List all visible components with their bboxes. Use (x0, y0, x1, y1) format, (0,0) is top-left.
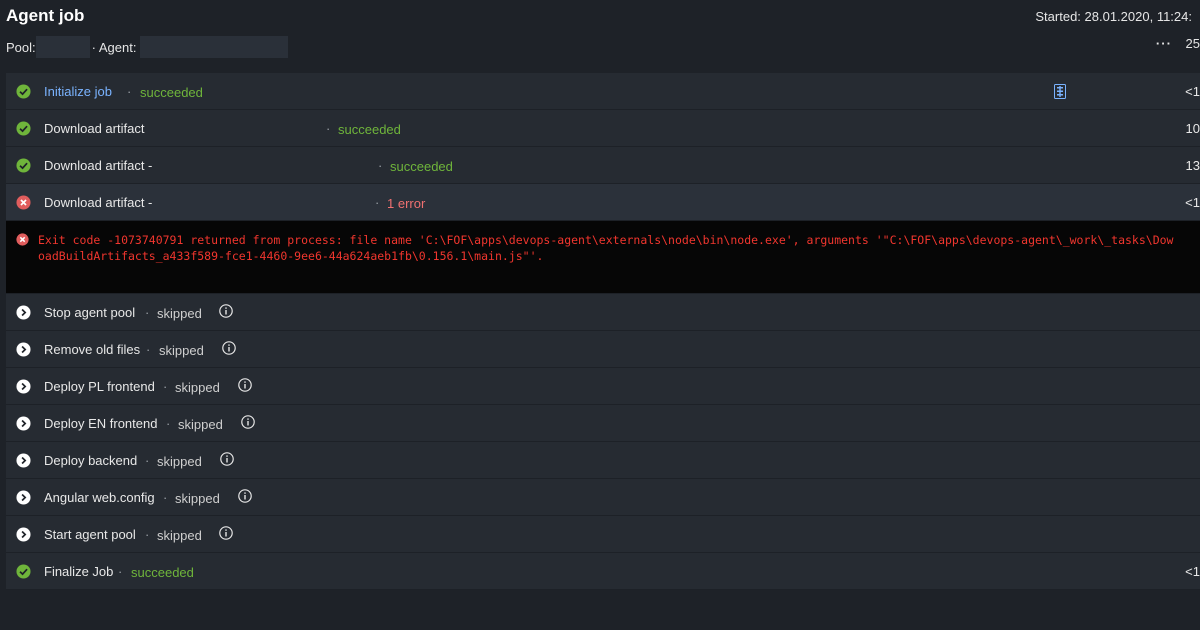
separator: · (378, 158, 383, 173)
info-icon[interactable] (241, 415, 255, 429)
step-name[interactable]: Angular web.config (44, 490, 155, 505)
error-line: oadBuildArtifacts_a433f589-fce1-4460-9ee… (38, 249, 544, 263)
step-name[interactable]: Download artifact - (44, 195, 152, 210)
check-circle-icon (16, 84, 31, 99)
skip-circle-icon (16, 453, 31, 468)
separator: · (163, 490, 168, 505)
error-circle-icon (16, 233, 29, 246)
skip-circle-icon (16, 342, 31, 357)
step-status: 1 error (387, 196, 426, 211)
skip-circle-icon (16, 416, 31, 431)
skip-circle-icon (16, 379, 31, 394)
step-status: skipped (175, 491, 220, 506)
info-icon[interactable] (238, 489, 252, 503)
separator: · (127, 84, 132, 99)
step-status: succeeded (338, 122, 401, 137)
step-status: skipped (178, 417, 223, 432)
skip-circle-icon (16, 490, 31, 505)
step-row-deploy-pl-frontend[interactable]: Deploy PL frontend · skipped (6, 368, 1200, 405)
step-duration: <1 (1185, 564, 1200, 579)
separator: · (166, 416, 171, 431)
more-icon[interactable]: ··· (1156, 36, 1172, 51)
separator: · (118, 564, 123, 579)
info-icon[interactable] (220, 452, 234, 466)
step-row-download-artifact[interactable]: Download artifact · succeeded 10 (6, 110, 1200, 147)
check-circle-icon (16, 158, 31, 173)
step-name[interactable]: Download artifact - (44, 158, 152, 173)
job-header: Agent job Started: 28.01.2020, 11:24: Po… (0, 0, 1200, 70)
separator: · (146, 342, 151, 357)
separator: · (375, 195, 380, 210)
step-row-deploy-en-frontend[interactable]: Deploy EN frontend · skipped (6, 405, 1200, 442)
info-icon[interactable] (219, 526, 233, 540)
more-text: 25 (1185, 36, 1200, 51)
step-name[interactable]: Deploy backend (44, 453, 137, 468)
more-actions[interactable]: ··· 25 (1156, 36, 1200, 51)
step-row-download-artifact-error[interactable]: Download artifact - · 1 error <1 (6, 184, 1200, 221)
separator: · (326, 121, 331, 136)
step-name[interactable]: Download artifact (44, 121, 144, 136)
step-row-initialize-job[interactable]: Initialize job · succeeded <1 (6, 73, 1200, 110)
agent-value-redacted (140, 36, 289, 58)
error-circle-icon (16, 195, 31, 210)
skip-circle-icon (16, 527, 31, 542)
separator: · (145, 305, 150, 320)
step-duration: 13 (1185, 158, 1200, 173)
step-status: skipped (157, 306, 202, 321)
step-name[interactable]: Stop agent pool (44, 305, 135, 320)
error-details: Exit code -1073740791 returned from proc… (6, 221, 1200, 294)
step-duration: <1 (1185, 84, 1200, 99)
step-name[interactable]: Finalize Job (44, 564, 113, 579)
check-circle-icon (16, 121, 31, 136)
info-icon[interactable] (238, 378, 252, 392)
step-name[interactable]: Deploy PL frontend (44, 379, 155, 394)
step-row-remove-old-files[interactable]: Remove old files · skipped (6, 331, 1200, 368)
pool-label: Pool: (6, 39, 36, 55)
pool-value-redacted (35, 36, 90, 58)
step-row-angular-web-config[interactable]: Angular web.config · skipped (6, 479, 1200, 516)
step-duration: 10 (1185, 121, 1200, 136)
separator: · (163, 379, 168, 394)
step-status: succeeded (390, 159, 453, 174)
step-status: skipped (157, 528, 202, 543)
step-duration: <1 (1185, 195, 1200, 210)
steps-panel: Initialize job · succeeded <1 Download a… (6, 73, 1200, 590)
error-line: Exit code -1073740791 returned from proc… (38, 233, 1174, 247)
step-status: skipped (175, 380, 220, 395)
check-circle-icon (16, 564, 31, 579)
skip-circle-icon (16, 305, 31, 320)
page-title: Agent job (6, 6, 85, 25)
agent-label: · Agent: (91, 39, 137, 55)
step-name[interactable]: Remove old files (44, 342, 140, 357)
step-row-download-artifact[interactable]: Download artifact - · succeeded 13 (6, 147, 1200, 184)
job-meta: Pool: · Agent: (6, 36, 289, 58)
separator: · (145, 527, 150, 542)
step-row-finalize-job[interactable]: Finalize Job · succeeded <1 (6, 553, 1200, 590)
error-message[interactable]: Exit code -1073740791 returned from proc… (38, 232, 1200, 264)
step-status: succeeded (140, 85, 203, 100)
log-file-icon[interactable] (1054, 84, 1066, 99)
separator: · (145, 453, 150, 468)
step-name[interactable]: Start agent pool (44, 527, 136, 542)
info-icon[interactable] (222, 341, 236, 355)
step-status: skipped (157, 454, 202, 469)
step-status: skipped (159, 343, 204, 358)
step-name[interactable]: Deploy EN frontend (44, 416, 157, 431)
step-status: succeeded (131, 565, 194, 580)
started-timestamp: Started: 28.01.2020, 11:24: (1035, 9, 1192, 24)
info-icon[interactable] (219, 304, 233, 318)
step-row-start-agent-pool[interactable]: Start agent pool · skipped (6, 516, 1200, 553)
step-row-deploy-backend[interactable]: Deploy backend · skipped (6, 442, 1200, 479)
step-name[interactable]: Initialize job (44, 84, 112, 99)
step-row-stop-agent-pool[interactable]: Stop agent pool · skipped (6, 294, 1200, 331)
